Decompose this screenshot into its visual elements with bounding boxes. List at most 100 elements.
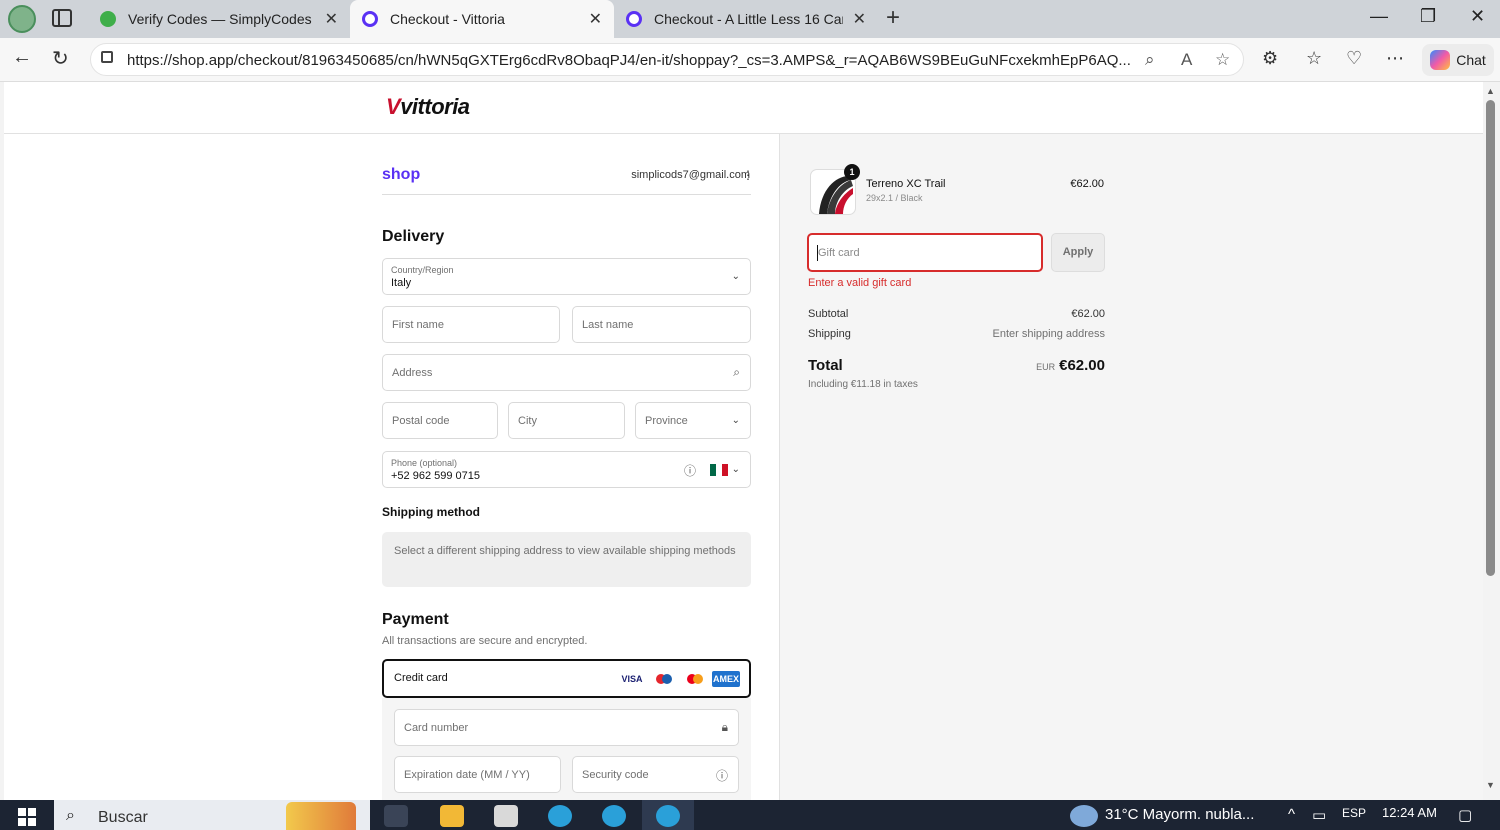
windows-taskbar: ⌕ Buscar 31°C Mayorm. nubla... ^ ▭ ESP 1… [0, 800, 1500, 830]
back-icon[interactable]: ← [12, 46, 32, 69]
scroll-down-icon[interactable]: ▼ [1486, 780, 1495, 790]
gift-card-input[interactable]: Gift card [807, 233, 1043, 272]
chevron-down-icon: ⌄ [731, 271, 740, 282]
address-field[interactable]: Address ⌕ [382, 354, 751, 391]
language-indicator[interactable]: ESP [1342, 806, 1366, 820]
tab-little-less[interactable]: Checkout - A Little Less 16 Candle ✕ [614, 0, 878, 38]
close-tab-icon[interactable]: ✕ [325, 9, 338, 29]
product-variant: 29x2.1 / Black [866, 193, 923, 203]
favorites-icon[interactable]: ☆ [1306, 48, 1322, 69]
file-explorer-icon[interactable] [440, 805, 464, 827]
edge-icon[interactable] [602, 805, 626, 827]
credit-card-option[interactable]: Credit card VISA AMEX [382, 659, 751, 698]
shipping-method-note: Select a different shipping address to v… [382, 532, 751, 587]
shop-favicon-icon [626, 11, 642, 27]
maestro-icon [652, 671, 676, 687]
notifications-icon[interactable]: ▢ [1458, 806, 1472, 824]
last-name-field[interactable]: Last name [572, 306, 751, 343]
city-field[interactable]: City [508, 402, 625, 439]
shipping-method-heading: Shipping method [382, 505, 480, 519]
checkout-header: Vvittoria [4, 82, 1483, 134]
payment-secure-note: All transactions are secure and encrypte… [382, 635, 588, 647]
extensions-icon[interactable]: ⚙ [1262, 48, 1278, 69]
phone-field[interactable]: Phone (optional) +52 962 599 0715 ⓘ ⌄ [382, 451, 751, 488]
address-bar-row: ← ↻ https://shop.app/checkout/8196345068… [0, 38, 1500, 82]
shipping-row: Shipping Enter shipping address [808, 328, 1105, 340]
column-divider [779, 134, 780, 800]
zoom-icon[interactable]: ⌕ [1145, 50, 1155, 70]
tab-simplycodes[interactable]: Verify Codes — SimplyCodes ✕ [88, 0, 350, 38]
gift-card-error: Enter a valid gift card [808, 277, 912, 289]
simplycodes-favicon-icon [100, 11, 116, 27]
quantity-badge: 1 [844, 164, 860, 180]
taskbar-search[interactable]: ⌕ Buscar [54, 800, 370, 830]
lock-icon[interactable] [101, 51, 113, 63]
search-highlight-icon [286, 802, 356, 830]
tab-actions-icon[interactable] [52, 9, 72, 27]
edge-icon[interactable] [548, 805, 572, 827]
mexico-flag-icon[interactable] [710, 464, 728, 476]
chevron-up-icon[interactable]: ^ [1288, 806, 1295, 823]
apply-button[interactable]: Apply [1051, 233, 1105, 272]
total-value: EUR €62.00 [1036, 357, 1105, 374]
edge-icon[interactable] [656, 805, 680, 827]
total-label: Total [808, 357, 843, 374]
account-menu-icon[interactable]: ⋮ [742, 168, 754, 182]
country-select[interactable]: Country/Region Italy ⌄ [382, 258, 751, 295]
more-icon[interactable]: ⋯ [1386, 48, 1404, 69]
account-email: simplicods7@gmail.com [631, 169, 750, 181]
delivery-heading: Delivery [382, 228, 445, 245]
favorite-star-icon[interactable]: ☆ [1215, 50, 1230, 70]
profile-avatar[interactable] [8, 5, 36, 33]
scroll-up-icon[interactable]: ▲ [1486, 86, 1495, 96]
clock-time[interactable]: 12:24 AM [1382, 805, 1437, 820]
weather-icon[interactable] [1070, 805, 1098, 827]
security-code-field[interactable]: Security code ⓘ [572, 756, 739, 793]
chat-label: Chat [1456, 52, 1486, 68]
province-select[interactable]: Province ⌄ [635, 402, 751, 439]
app-icon[interactable] [494, 805, 518, 827]
browser-essentials-icon[interactable]: ♡ [1346, 48, 1362, 69]
new-tab-icon[interactable]: + [886, 4, 900, 32]
expiration-date-field[interactable]: Expiration date (MM / YY) [394, 756, 561, 793]
lock-icon: 🔒︎ [721, 720, 728, 734]
payment-heading: Payment [382, 611, 449, 628]
task-view-icon[interactable] [384, 805, 408, 827]
copilot-icon [1430, 50, 1451, 70]
visa-icon: VISA [621, 674, 643, 684]
refresh-icon[interactable]: ↻ [52, 46, 69, 71]
taxes-note: Including €11.18 in taxes [808, 379, 918, 390]
copilot-chat-button[interactable]: Chat [1422, 44, 1494, 76]
chevron-down-icon[interactable]: ⌄ [732, 464, 740, 475]
windows-start-icon[interactable] [18, 808, 36, 826]
scrollbar-thumb[interactable] [1486, 100, 1495, 576]
divider [382, 194, 751, 195]
mastercard-icon [683, 671, 707, 687]
postal-code-field[interactable]: Postal code [382, 402, 498, 439]
search-icon: ⌕ [66, 807, 75, 824]
checkout-page: Vvittoria shop simplicods7@gmail.com ⋮ D… [4, 82, 1483, 800]
first-name-field[interactable]: First name [382, 306, 560, 343]
product-price: €62.00 [1070, 178, 1104, 190]
help-icon[interactable]: ⓘ [716, 767, 728, 784]
vittoria-logo[interactable]: Vvittoria [386, 94, 470, 120]
network-icon[interactable]: ▭ [1312, 806, 1326, 824]
weather-text[interactable]: 31°C Mayorm. nubla... [1105, 806, 1254, 823]
restore-icon[interactable]: ❐ [1420, 6, 1436, 27]
url-field[interactable]: https://shop.app/checkout/81963450685/cn… [90, 43, 1244, 76]
card-number-field[interactable]: Card number 🔒︎ [394, 709, 739, 746]
tab-title: Checkout - A Little Less 16 Candle [654, 11, 843, 27]
help-icon[interactable]: ⓘ [684, 462, 696, 479]
url-text[interactable]: https://shop.app/checkout/81963450685/cn… [127, 52, 1132, 69]
shop-favicon-icon [362, 11, 378, 27]
tab-vittoria[interactable]: Checkout - Vittoria ✕ [350, 0, 614, 38]
close-window-icon[interactable]: ✕ [1470, 6, 1485, 27]
tab-strip: Verify Codes — SimplyCodes ✕ Checkout - … [0, 0, 1500, 38]
close-tab-icon[interactable]: ✕ [853, 9, 866, 29]
read-aloud-icon[interactable]: A [1181, 50, 1192, 70]
amex-icon: AMEX [712, 671, 740, 687]
close-tab-icon[interactable]: ✕ [589, 9, 602, 29]
search-icon: ⌕ [733, 365, 740, 379]
minimize-icon[interactable]: — [1370, 6, 1388, 27]
tab-title: Checkout - Vittoria [390, 11, 505, 27]
